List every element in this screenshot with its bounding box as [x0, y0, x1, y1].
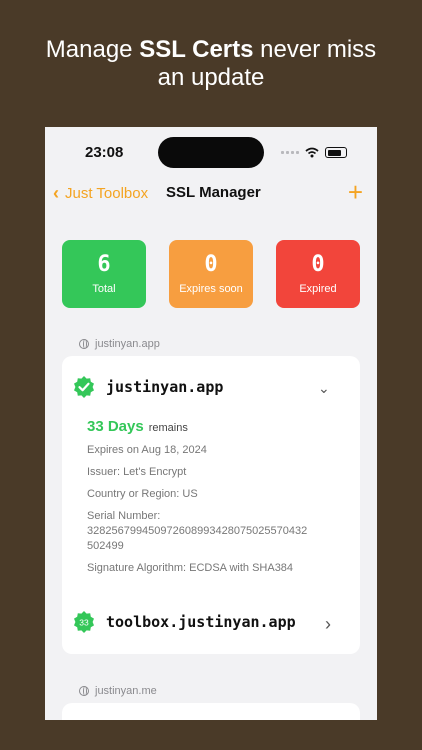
- serial-number-line-2: 502499: [87, 540, 124, 552]
- globe-icon: [79, 686, 89, 696]
- wifi-icon: [305, 147, 319, 158]
- phone-screen: 23:08 ‹ Just Toolbox SSL Manager + 6 Tot…: [45, 127, 377, 720]
- country-region: Country or Region: US: [87, 488, 198, 500]
- stat-total-value: 6: [97, 252, 111, 277]
- chevron-right-icon[interactable]: ›: [325, 614, 331, 635]
- battery-icon: [325, 147, 347, 158]
- signature-algorithm: Signature Algorithm: ECDSA with SHA384: [87, 562, 294, 574]
- cert-name: toolbox.justinyan.app: [106, 613, 296, 631]
- days-value: 33 Days: [87, 418, 144, 435]
- nav-title: SSL Manager: [166, 184, 261, 201]
- nav-bar: ‹ Just Toolbox SSL Manager +: [45, 179, 377, 207]
- add-button[interactable]: +: [348, 179, 363, 205]
- domain-header: justinyan.app: [79, 338, 160, 350]
- issuer: Issuer: Let's Encrypt: [87, 466, 187, 478]
- serial-number-label: Serial Number:: [87, 510, 161, 522]
- signal-icon: [281, 151, 299, 154]
- dynamic-island: [158, 137, 264, 168]
- back-label: Just Toolbox: [65, 185, 149, 202]
- stat-expired-label: Expired: [299, 283, 337, 295]
- cert-name: justinyan.app: [106, 378, 224, 396]
- days-badge-value: 33: [79, 618, 89, 628]
- headline: Manage SSL Certs never miss an update: [0, 36, 422, 92]
- domain-header: justinyan.me: [79, 685, 157, 697]
- status-time: 23:08: [85, 144, 124, 161]
- cert-row-expanded[interactable]: justinyan.app: [72, 375, 223, 399]
- cert-row-collapsed[interactable]: 33 toolbox.justinyan.app: [72, 610, 296, 634]
- domain-label: justinyan.me: [95, 685, 157, 697]
- stat-expired-value: 0: [311, 252, 325, 277]
- remains-label: remains: [148, 422, 188, 434]
- verified-badge-icon: [72, 375, 96, 399]
- back-button[interactable]: ‹ Just Toolbox: [53, 183, 148, 204]
- headline-suffix-1: never miss: [253, 36, 377, 63]
- domain-label: justinyan.app: [95, 338, 160, 350]
- stat-expires-soon-label: Expires soon: [179, 283, 243, 295]
- cert-card: [62, 703, 360, 720]
- stat-total-label: Total: [92, 283, 116, 295]
- status-icons: [281, 147, 347, 158]
- stat-total[interactable]: 6 Total: [62, 240, 146, 308]
- days-remaining: 33 Days remains: [87, 418, 188, 435]
- stat-expires-soon[interactable]: 0 Expires soon: [169, 240, 253, 308]
- days-badge-icon: 33: [72, 610, 96, 634]
- headline-suffix-2: an update: [157, 64, 265, 91]
- serial-number-line-1: 328256799450972608993428075025570432: [87, 525, 308, 537]
- headline-prefix: Manage: [45, 36, 140, 63]
- stat-expires-soon-value: 0: [204, 252, 218, 277]
- chevron-left-icon: ‹: [53, 183, 59, 203]
- expires-on: Expires on Aug 18, 2024: [87, 444, 207, 456]
- headline-bold: SSL Certs: [139, 36, 254, 63]
- stat-expired[interactable]: 0 Expired: [276, 240, 360, 308]
- globe-icon: [79, 339, 89, 349]
- chevron-down-icon[interactable]: ⌄: [318, 380, 330, 397]
